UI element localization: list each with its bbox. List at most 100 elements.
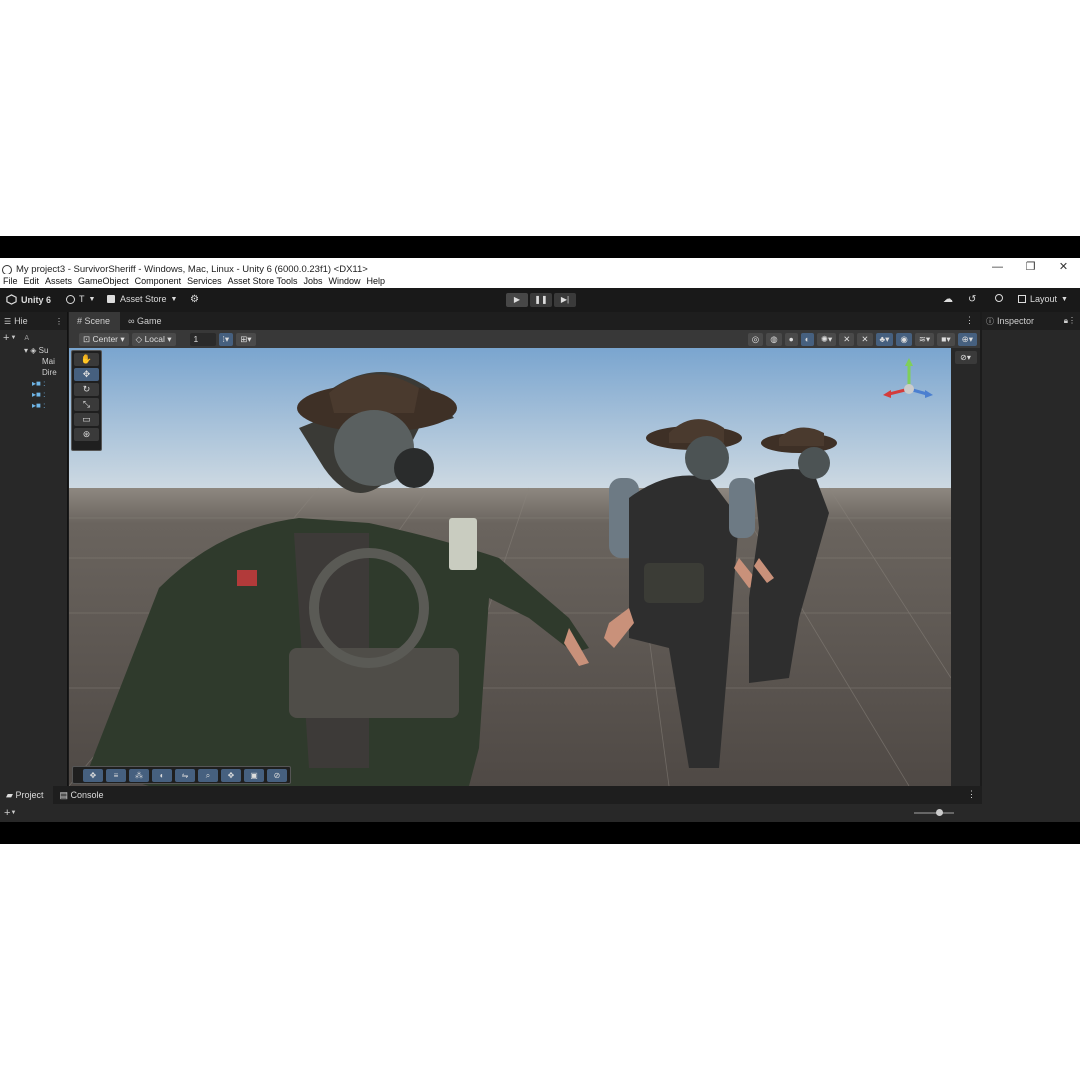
console-icon: ▤ xyxy=(59,790,68,800)
menu-help[interactable]: Help xyxy=(367,276,386,286)
lock-icon[interactable]: 🔒︎⋮ xyxy=(1064,316,1076,326)
axis-gizmo-icon xyxy=(883,358,933,398)
scale-icon[interactable]: ⤡ xyxy=(74,398,99,411)
tab-scene[interactable]: # Scene xyxy=(69,312,121,330)
add-button[interactable]: + xyxy=(3,332,9,344)
inspector-panel: ⓘ Inspector 🔒︎⋮ xyxy=(982,312,1080,822)
scene-root[interactable]: ▾ ◈ Su xyxy=(0,346,67,357)
account-dropdown[interactable]: T ▼ xyxy=(66,294,95,304)
transform-icon[interactable]: ⊛ xyxy=(74,428,99,441)
hierarchy-tab[interactable]: ☰ Hie ⋮ xyxy=(0,312,67,330)
move-icon[interactable]: ✥ xyxy=(83,768,103,782)
orientation-icon[interactable]: ◎ xyxy=(747,332,764,346)
menu-gameobject[interactable]: GameObject xyxy=(78,276,129,286)
fx-icon[interactable]: ✕ xyxy=(857,332,873,346)
item-label: : xyxy=(43,379,46,388)
list-item[interactable]: ▸■ : xyxy=(0,401,67,412)
scene-tabs: # Scene ∞ Game ⋮ xyxy=(69,312,980,330)
search-icon xyxy=(995,294,1003,302)
folder-icon: ▰ xyxy=(6,790,13,800)
pivot-icon: ⊡ xyxy=(83,333,91,344)
zoom-icon[interactable]: ⌕ xyxy=(198,768,218,782)
snap-icon[interactable]: ⁂ xyxy=(129,768,149,782)
grid-icon: # xyxy=(77,316,83,326)
hierarchy-panel: ☰ Hie ⋮ + ▼ A ▾ ◈ Su Mai Dire ▸■ : ▸■ : ▸… xyxy=(0,312,68,786)
orbit-icon[interactable]: ⊘ xyxy=(267,768,287,782)
list-item[interactable]: ▸■ : xyxy=(0,390,67,401)
step-button[interactable]: ▶| xyxy=(554,293,576,307)
pan-icon[interactable]: ✥ xyxy=(221,768,241,782)
asset-store-label: Asset Store xyxy=(120,294,167,304)
hierarchy-tab-label: Hie xyxy=(14,316,28,326)
rect-icon[interactable]: ▭ xyxy=(74,413,99,426)
visibility-icon[interactable]: ◉ xyxy=(896,332,912,346)
camera-icon[interactable]: ■▾ xyxy=(937,332,955,346)
cube-icon: ◇ xyxy=(135,333,143,344)
camera-icon[interactable]: ▣ xyxy=(244,768,264,782)
layers-icon[interactable]: ⇋ xyxy=(175,768,195,782)
search-button[interactable] xyxy=(995,294,1003,302)
gizmos-icon[interactable]: ⊕▾ xyxy=(957,332,977,346)
lock-icon[interactable]: ⋮ xyxy=(967,786,976,804)
pause-button[interactable]: ❚❚ xyxy=(530,293,552,307)
scene-name: Su xyxy=(38,346,49,355)
shaded-icon[interactable]: ● xyxy=(784,332,798,346)
audio-icon[interactable]: ✕ xyxy=(839,332,855,346)
tab-game[interactable]: ∞ Game xyxy=(120,312,171,330)
scene-viewport[interactable]: ✋ ✥ ↻ ⤡ ▭ ⊛ ✥ ≡ ⁂ ◐ ⇋ ⌕ ✥ ▣ ⊘ xyxy=(69,348,951,786)
shopping-bag-icon xyxy=(107,295,115,303)
menu-services[interactable]: Services xyxy=(187,276,222,286)
tab-project[interactable]: ▰ Project xyxy=(0,786,54,804)
hand-icon[interactable]: ✋ xyxy=(74,353,99,366)
list-icon: ☰ xyxy=(4,316,12,326)
play-button[interactable]: ▶ xyxy=(506,293,528,307)
layers-icon[interactable]: ≋▾ xyxy=(914,332,935,346)
layout-dropdown[interactable]: Layout ▼ xyxy=(1018,294,1068,304)
increment-snap-button[interactable]: ⁞▾ xyxy=(218,332,234,346)
slider-handle[interactable] xyxy=(936,809,943,816)
list-item[interactable]: ▸■ : xyxy=(0,379,67,390)
effects-icon[interactable]: ♣▾ xyxy=(875,332,894,346)
camera-settings-button[interactable]: ⊘▾ xyxy=(954,351,977,364)
tab-console[interactable]: ▤ Console xyxy=(53,786,113,804)
pivot-dropdown[interactable]: ⊡ Center ▾ xyxy=(79,332,129,346)
menu-window[interactable]: Window xyxy=(329,276,361,286)
space-dropdown[interactable]: ◇ Local ▾ xyxy=(131,332,176,346)
menu-edit[interactable]: Edit xyxy=(24,276,40,286)
asset-store-button[interactable]: Asset Store ▼ xyxy=(107,294,177,304)
menu-assets[interactable]: Assets xyxy=(45,276,72,286)
list-item[interactable]: Dire xyxy=(0,368,67,379)
chevron-down-icon: ▼ xyxy=(1061,295,1068,303)
inspector-tab[interactable]: ⓘ Inspector 🔒︎⋮ xyxy=(982,312,1080,330)
wireframe-icon[interactable]: ◍ xyxy=(766,332,782,346)
more-icon[interactable]: ⋮ xyxy=(965,312,974,330)
menu-jobs[interactable]: Jobs xyxy=(304,276,323,286)
space-label: Local xyxy=(144,333,165,344)
item-label: : xyxy=(43,390,46,399)
menu-component[interactable]: Component xyxy=(135,276,182,286)
grid-snap-button[interactable]: ⊞▾ xyxy=(236,332,256,346)
account-label: T xyxy=(79,294,85,304)
menu-asset-store-tools[interactable]: Asset Store Tools xyxy=(228,276,298,286)
lighting-icon[interactable]: ✺▾ xyxy=(816,332,837,346)
unity-account-button[interactable]: Unity 6 xyxy=(6,294,51,305)
cloud-button[interactable]: ☁ xyxy=(943,294,953,305)
lit-icon[interactable]: ◐ xyxy=(800,332,814,346)
grid-size-field[interactable]: 1 xyxy=(189,332,216,346)
history-button[interactable]: ↺ xyxy=(968,294,976,305)
scene-gizmo[interactable] xyxy=(879,354,939,424)
more-icon[interactable]: ⋮ xyxy=(55,317,63,326)
menu-file[interactable]: File xyxy=(3,276,18,286)
move-icon[interactable]: ✥ xyxy=(74,368,99,381)
hierarchy-toolbar: + ▼ A xyxy=(0,330,67,346)
scene-panel: # Scene ∞ Game ⋮ ⊡ Center ▾ ◇ Local ▾ 1 … xyxy=(69,312,980,786)
settings-button[interactable]: ⚙ xyxy=(190,294,199,305)
hierarchy-search[interactable]: A xyxy=(24,335,29,342)
zoom-slider[interactable] xyxy=(914,809,954,816)
grid-icon[interactable]: ≡ xyxy=(106,768,126,782)
rotate-icon[interactable]: ↻ xyxy=(74,383,99,396)
shading-icon[interactable]: ◐ xyxy=(152,768,172,782)
layout-icon xyxy=(1018,295,1026,303)
editor-body: ☰ Hie ⋮ + ▼ A ▾ ◈ Su Mai Dire ▸■ : ▸■ : ▸… xyxy=(0,312,1080,822)
list-item[interactable]: Mai xyxy=(0,357,67,368)
